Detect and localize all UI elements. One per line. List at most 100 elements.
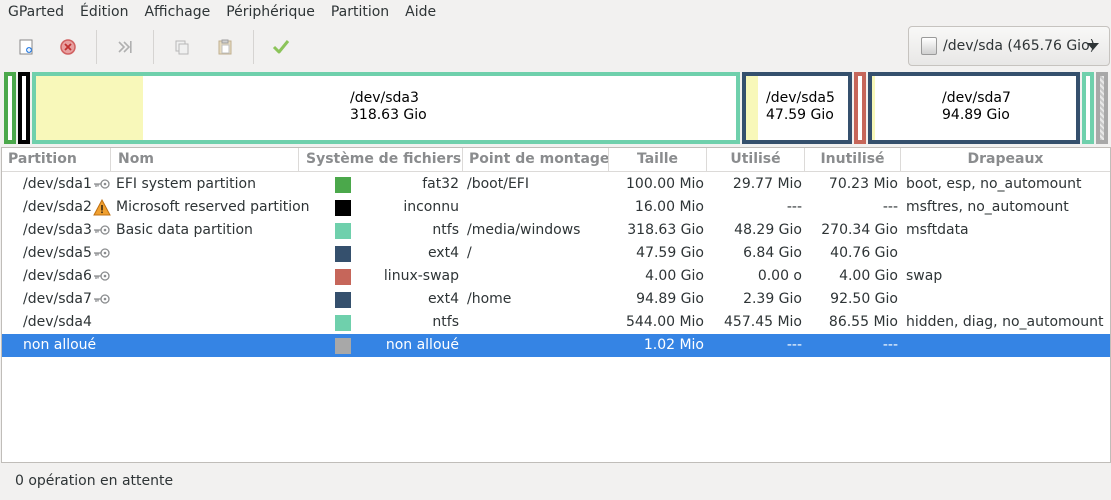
disk-icon xyxy=(921,37,937,55)
diskmap-sda7[interactable]: /dev/sda7 94.89 Gio xyxy=(868,72,1080,144)
used: 2.39 Gio xyxy=(743,291,802,307)
partition-name: Basic data partition xyxy=(116,222,253,238)
unused: 70.23 Mio xyxy=(828,176,898,192)
mount-point: /boot/EFI xyxy=(467,176,529,192)
flags: hidden, diag, no_automount xyxy=(906,314,1104,330)
diskmap-sda2[interactable] xyxy=(18,72,30,144)
table-row[interactable]: /dev/sda1 EFI system partition fat32/boot/… xyxy=(2,173,1110,196)
apply-button[interactable] xyxy=(266,32,296,62)
menu-device[interactable]: Périphérique xyxy=(218,0,323,24)
status-bar: 0 opération en attente xyxy=(15,473,174,489)
menu-partition[interactable]: Partition xyxy=(323,0,397,24)
paste-button[interactable] xyxy=(210,32,240,62)
table-row[interactable]: non alloué non alloué 1.02 Mio --- --- xyxy=(2,334,1110,357)
used-space xyxy=(36,76,143,140)
key-icon xyxy=(94,271,110,281)
filesystem-color-swatch xyxy=(335,177,351,193)
menu-gparted[interactable]: GParted xyxy=(0,0,72,24)
col-filesystem[interactable]: Système de fichiers xyxy=(300,148,463,172)
filesystem-color-swatch xyxy=(335,315,351,331)
unused: 86.55 Mio xyxy=(828,314,898,330)
size: 4.00 Gio xyxy=(645,268,704,284)
diskmap-sda6[interactable] xyxy=(854,72,866,144)
filesystem-color-swatch xyxy=(335,292,351,308)
col-partition[interactable]: Partition xyxy=(2,148,111,172)
diskmap-sda3[interactable]: /dev/sda3 318.63 Gio xyxy=(32,72,740,144)
copy-icon xyxy=(175,40,189,55)
filesystem-color-swatch xyxy=(335,200,351,216)
chevron-down-icon xyxy=(1087,43,1099,50)
flags: msftdata xyxy=(906,222,969,238)
copy-button[interactable] xyxy=(167,32,197,62)
filesystem: non alloué xyxy=(385,337,459,353)
table-row[interactable]: /dev/sda7 ext4/home 94.89 Gio 2.39 Gio 92.50… xyxy=(2,288,1110,311)
unused: 92.50 Gio xyxy=(830,291,898,307)
col-size[interactable]: Taille xyxy=(609,148,707,172)
table-row[interactable]: /dev/sda5 ext4 / 47.59 Gio 6.84 Gio 40.76 Gio xyxy=(2,242,1110,265)
new-partition-button[interactable] xyxy=(11,32,41,62)
partition-name: Microsoft reserved partition xyxy=(116,199,310,215)
diskmap-sda4[interactable] xyxy=(1082,72,1094,144)
diskmap-sda3-size: 318.63 Gio xyxy=(350,107,427,123)
device-selector[interactable]: /dev/sda (465.76 Gio) xyxy=(908,26,1110,66)
menu-view[interactable]: Affichage xyxy=(136,0,218,24)
filesystem-color-swatch xyxy=(335,246,351,262)
disk-map: /dev/sda3 318.63 Gio /dev/sda5 47.59 Gio… xyxy=(0,70,1111,146)
diskmap-unallocated[interactable] xyxy=(1096,72,1108,144)
partition-table: Partition Nom Système de fichiers Point … xyxy=(1,147,1111,463)
partition-path: /dev/sda7 xyxy=(23,291,92,307)
table-row[interactable]: /dev/sda4 ntfs 544.00 Mio 457.45 Mio 86.55 M… xyxy=(2,311,1110,334)
toolbar: /dev/sda (465.76 Gio) xyxy=(0,24,1111,70)
warning-icon xyxy=(93,199,111,216)
size: 100.00 Mio xyxy=(626,176,704,192)
partition-name: EFI system partition xyxy=(116,176,256,192)
filesystem: ntfs xyxy=(432,314,459,330)
col-name[interactable]: Nom xyxy=(112,148,299,172)
filesystem: ext4 xyxy=(427,245,459,261)
col-unused[interactable]: Inutilisé xyxy=(805,148,901,172)
size: 318.63 Gio xyxy=(627,222,704,238)
diskmap-sda1[interactable] xyxy=(4,72,16,144)
diskmap-sda5[interactable]: /dev/sda5 47.59 Gio xyxy=(742,72,852,144)
menu-edit[interactable]: Édition xyxy=(72,0,136,24)
used-space xyxy=(872,76,875,140)
apply-icon xyxy=(272,40,290,54)
used-space xyxy=(746,76,758,140)
filesystem: ext4 xyxy=(427,291,459,307)
filesystem: fat32 xyxy=(422,176,459,192)
resize-move-icon xyxy=(118,41,132,53)
filesystem: inconnu xyxy=(403,199,459,215)
col-flags[interactable]: Drapeaux xyxy=(901,148,1110,172)
unused: --- xyxy=(882,199,898,215)
table-row[interactable]: /dev/sda6 linux-swap 4.00 Gio 0.00 o 4.00 Gi… xyxy=(2,265,1110,288)
table-row[interactable]: /dev/sda3 Basic data partition ntfs/media/… xyxy=(2,219,1110,242)
used: 0.00 o xyxy=(757,268,802,284)
filesystem-color-swatch xyxy=(335,223,351,239)
flags: msftres, no_automount xyxy=(906,199,1069,215)
paste-icon xyxy=(218,39,232,55)
size: 94.89 Gio xyxy=(636,291,704,307)
used: 457.45 Mio xyxy=(724,314,802,330)
size: 16.00 Mio xyxy=(634,199,704,215)
table-row[interactable]: /dev/sda2 Microsoft reserved partition inc… xyxy=(2,196,1110,219)
partition-path: /dev/sda6 xyxy=(23,268,92,284)
menu-help[interactable]: Aide xyxy=(397,0,444,24)
col-used[interactable]: Utilisé xyxy=(707,148,805,172)
partition-path: /dev/sda5 xyxy=(23,245,92,261)
size: 47.59 Gio xyxy=(636,245,704,261)
diskmap-sda3-name: /dev/sda3 xyxy=(350,90,419,106)
mount-point: / xyxy=(467,245,472,261)
new-icon xyxy=(19,39,33,55)
col-mountpoint[interactable]: Point de montage xyxy=(463,148,609,172)
used: --- xyxy=(786,199,802,215)
unused: --- xyxy=(882,337,898,353)
partition-path: non alloué xyxy=(23,337,97,353)
delete-partition-button[interactable] xyxy=(53,32,83,62)
unused: 40.76 Gio xyxy=(830,245,898,261)
size: 1.02 Mio xyxy=(643,337,704,353)
resize-move-button[interactable] xyxy=(110,32,140,62)
device-label: /dev/sda (465.76 Gio) xyxy=(943,38,1096,54)
delete-icon xyxy=(60,39,76,55)
filesystem-color-swatch xyxy=(335,338,351,354)
size: 544.00 Mio xyxy=(626,314,704,330)
